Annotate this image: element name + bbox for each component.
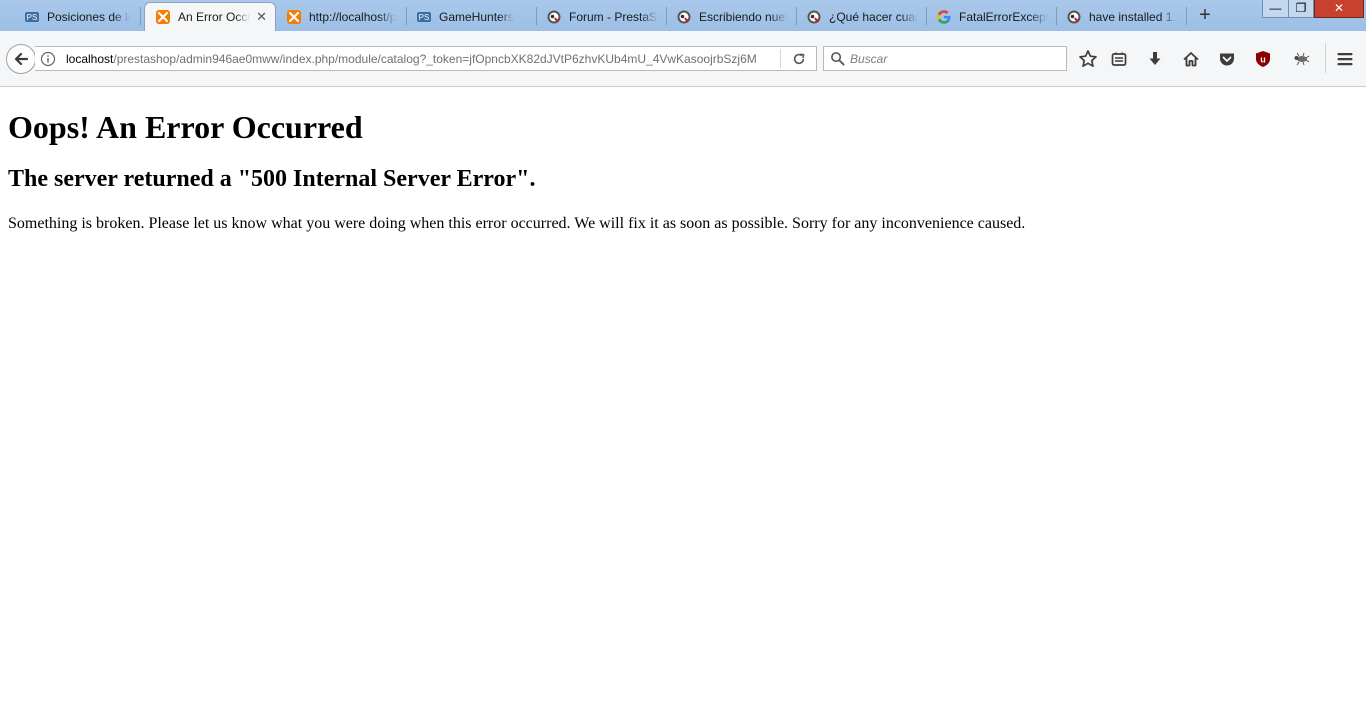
toolbar-divider [1325,43,1326,73]
prestashop-forum-favicon-icon [807,10,821,24]
xampp-favicon-icon [287,10,301,24]
hamburger-menu-icon [1337,53,1353,66]
tab-que-hacer[interactable]: ¿Qué hacer cuando [796,3,926,31]
tab-separator [140,7,141,25]
back-arrow-icon [14,52,29,66]
url-text[interactable]: localhost/prestashop/admin946ae0mww/inde… [66,52,780,66]
extension-bug-icon [1294,52,1310,66]
search-input[interactable] [850,51,1060,66]
svg-text:PS: PS [27,13,38,22]
prestashop-favicon-icon: PS [417,12,431,22]
tab-an-error-occurred[interactable]: An Error Occurred ✕ [144,2,276,31]
pocket-icon [1220,53,1234,66]
url-host: localhost [66,51,114,66]
tab-label: ¿Qué hacer cuando [829,10,918,24]
tab-fatalerrorexception[interactable]: FatalErrorException [926,3,1056,31]
extension-button[interactable] [1290,48,1312,70]
prestashop-favicon-icon: PS [25,12,39,22]
back-button[interactable] [6,44,36,74]
error-message: Something is broken. Please let us know … [8,215,1026,232]
search-icon[interactable] [830,51,846,66]
prestashop-forum-favicon-icon [547,10,561,24]
ublock-icon: u [1256,51,1270,67]
bookmark-star-button[interactable] [1077,48,1099,70]
maximize-button[interactable]: ❐ [1288,0,1314,18]
tab-localhost[interactable]: http://localhost/p [276,3,406,31]
open-menu-button[interactable] [1334,48,1356,70]
tab-forum-prestashop[interactable]: Forum - PrestaShop [536,3,666,31]
address-bar[interactable]: localhost/prestashop/admin946ae0mww/inde… [35,46,817,71]
star-icon [1079,50,1097,68]
home-icon [1183,52,1199,67]
search-bar[interactable] [823,46,1067,71]
downloads-button[interactable] [1144,48,1166,70]
pocket-button[interactable] [1216,48,1238,70]
google-favicon-icon [937,10,951,24]
minimize-button[interactable]: — [1262,0,1288,18]
url-path: /prestashop/admin946ae0mww/index.php/mod… [113,51,757,66]
download-icon [1149,52,1161,65]
ublock-button[interactable]: u [1252,48,1274,70]
tab-label: http://localhost/p [309,10,397,24]
site-info-icon[interactable] [40,51,60,67]
close-window-button[interactable]: ✕ [1314,0,1364,18]
tab-have-installed[interactable]: have installed 1.7 [1056,3,1186,31]
reading-list-button[interactable] [1108,48,1130,70]
tab-label: GameHunters [439,10,514,24]
url-divider [780,49,781,68]
tab-separator [1186,7,1187,25]
xampp-favicon-icon [156,10,170,24]
tab-strip: PS Posiciones de los An Error Occurred ✕… [0,0,1366,31]
prestashop-forum-favicon-icon [677,10,691,24]
tab-label: FatalErrorException [959,10,1048,24]
prestashop-forum-favicon-icon [1067,10,1081,24]
page-content: Oops! An Error Occurred The server retur… [0,87,1366,727]
tab-label: have installed 1.7 [1089,10,1178,24]
svg-text:PS: PS [419,13,430,22]
tab-label: Forum - PrestaShop [569,10,658,24]
new-tab-button[interactable]: + [1193,4,1217,28]
error-heading: Oops! An Error Occurred [8,109,363,145]
reading-list-icon [1111,52,1127,66]
tab-label: Escribiendo nuevo [699,10,788,24]
tab-label: An Error Occurred [178,10,250,24]
tab-label: Posiciones de los [47,10,130,24]
close-tab-icon[interactable]: ✕ [250,9,267,25]
tab-posiciones[interactable]: PS Posiciones de los [14,3,138,31]
reload-icon[interactable] [788,52,810,66]
tab-escribiendo[interactable]: Escribiendo nuevo [666,3,796,31]
error-subheading: The server returned a "500 Internal Serv… [8,166,536,192]
tab-gamehunters[interactable]: PS GameHunters [406,3,536,31]
home-button[interactable] [1180,48,1202,70]
svg-text:u: u [1260,55,1266,65]
navigation-toolbar: localhost/prestashop/admin946ae0mww/inde… [0,31,1366,87]
